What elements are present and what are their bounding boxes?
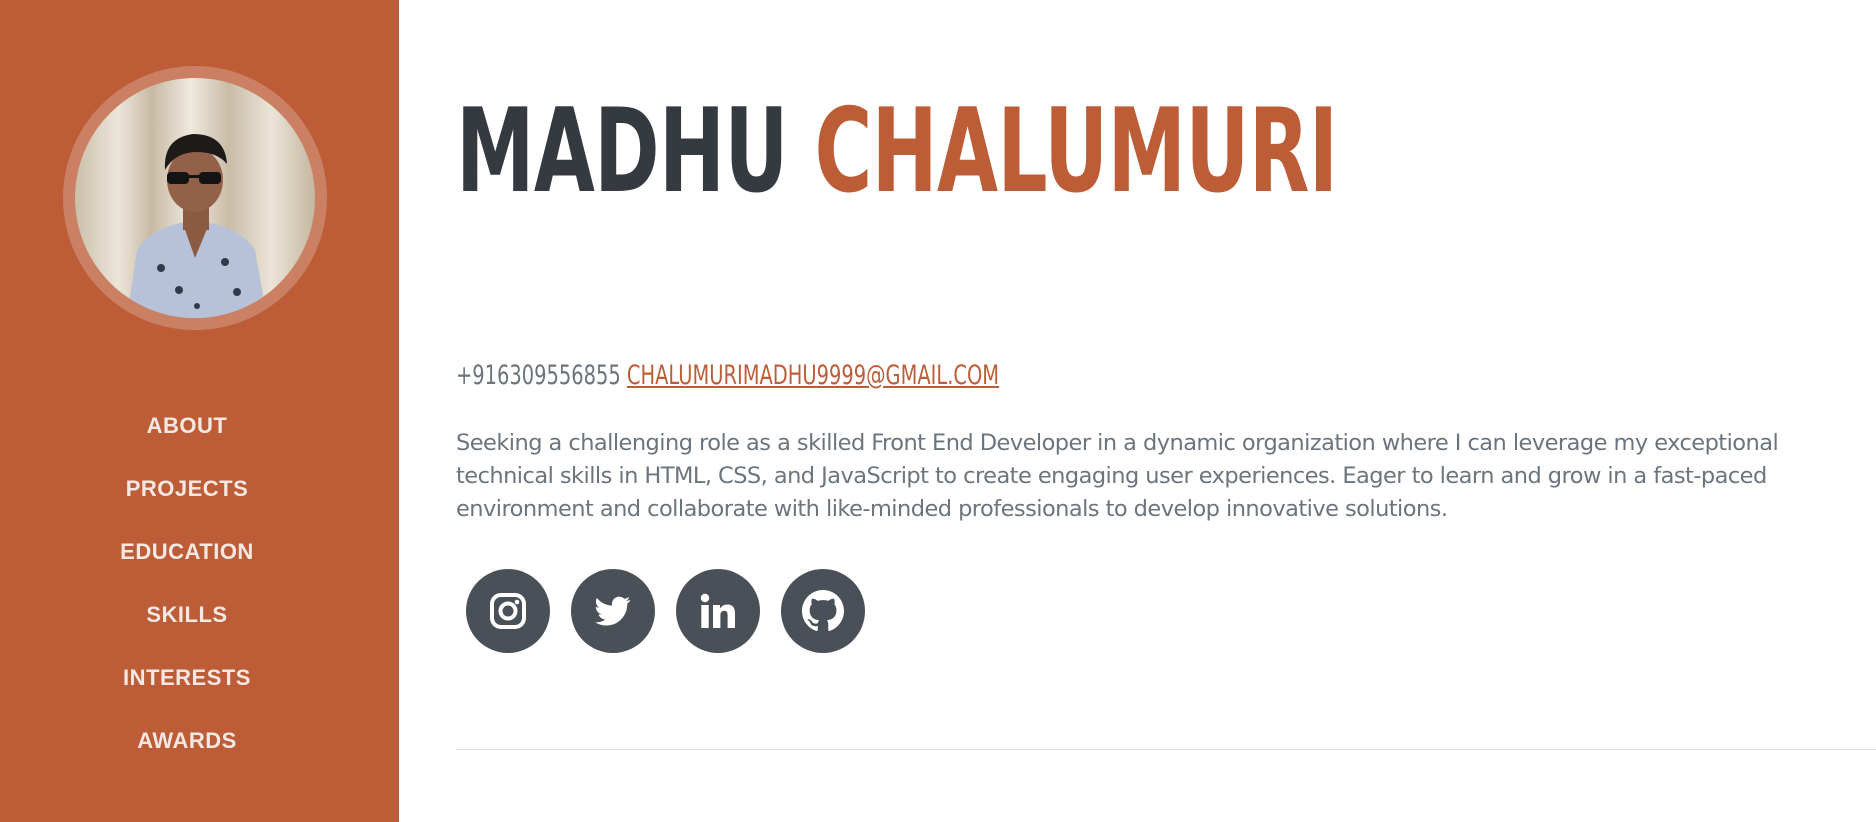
profile-photo	[127, 134, 267, 318]
nav-item-education[interactable]: EDUCATION	[0, 520, 374, 583]
social-icons	[466, 569, 865, 653]
nav-item-skills[interactable]: SKILLS	[0, 583, 374, 646]
sidebar-nav: ABOUT PROJECTS EDUCATION SKILLS INTEREST…	[0, 394, 374, 772]
contact-line: +916309556855 CHALUMURIMADHU9999@GMAIL.C…	[456, 360, 999, 392]
github-button[interactable]	[781, 569, 865, 653]
avatar-ring	[63, 66, 327, 330]
nav-item-interests[interactable]: INTERESTS	[0, 646, 374, 709]
nav-item-about[interactable]: ABOUT	[0, 394, 374, 457]
github-icon	[802, 590, 844, 631]
linkedin-icon	[700, 593, 735, 628]
instagram-icon	[490, 593, 526, 629]
instagram-button[interactable]	[466, 569, 550, 653]
last-name: CHALUMURI	[814, 84, 1338, 219]
objective-text: Seeking a challenging role as a skilled …	[456, 430, 1779, 522]
email-link[interactable]: CHALUMURIMADHU9999@GMAIL.COM	[627, 360, 999, 391]
page-title: MADHU CHALUMURI	[456, 94, 1338, 210]
first-name: MADHU	[456, 84, 788, 219]
twitter-button[interactable]	[571, 569, 655, 653]
avatar	[75, 78, 315, 318]
section-divider	[456, 749, 1876, 750]
nav-item-projects[interactable]: PROJECTS	[0, 457, 374, 520]
sidebar: ABOUT PROJECTS EDUCATION SKILLS INTEREST…	[0, 0, 399, 822]
phone-number: +916309556855	[456, 360, 621, 391]
nav-item-awards[interactable]: AWARDS	[0, 709, 374, 772]
twitter-icon	[595, 596, 631, 626]
linkedin-button[interactable]	[676, 569, 760, 653]
about-section: MADHU CHALUMURI +916309556855 CHALUMURIM…	[456, 0, 1876, 822]
